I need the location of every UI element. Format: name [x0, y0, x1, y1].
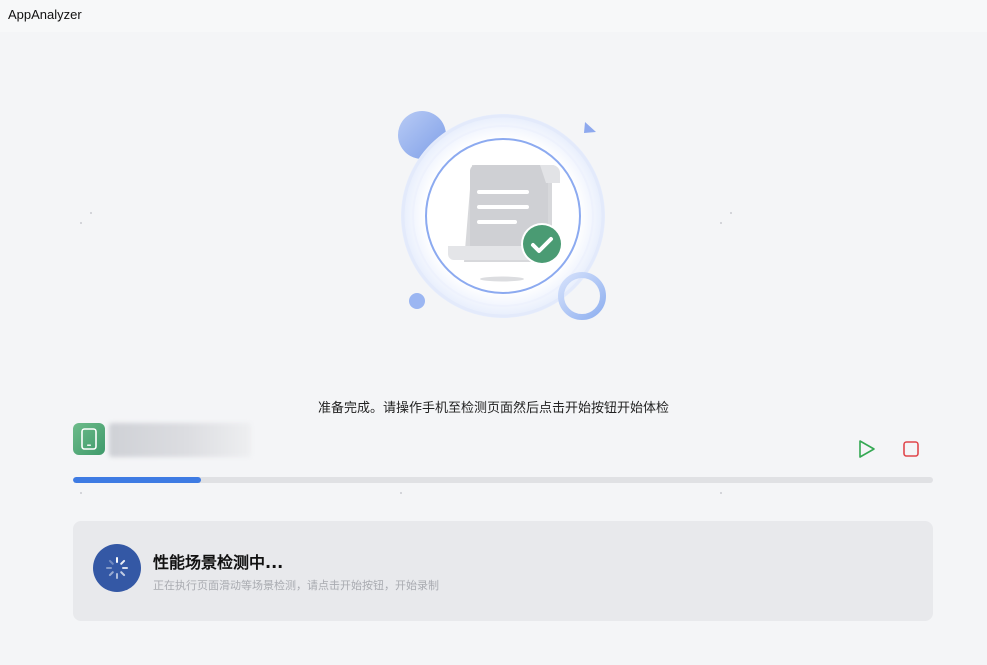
- app-title: AppAnalyzer: [8, 7, 82, 22]
- loading-spinner-icon: [93, 544, 141, 592]
- decor-dot: [90, 212, 92, 214]
- device-row: [73, 423, 933, 457]
- decor-dot: [730, 212, 732, 214]
- stop-button[interactable]: [900, 438, 922, 460]
- decor-dot: [80, 222, 82, 224]
- phone-icon: [73, 423, 105, 455]
- stop-icon: [903, 441, 919, 457]
- device-name-redacted: [109, 423, 251, 457]
- start-button[interactable]: [855, 438, 879, 460]
- decor-dot: [720, 222, 722, 224]
- scene-title: 性能场景检测中...: [153, 553, 284, 572]
- decor-dot: [400, 492, 402, 494]
- play-icon: [859, 440, 875, 458]
- progress-bar: [73, 477, 933, 483]
- title-bar: AppAnalyzer: [0, 0, 987, 32]
- decor-dot: [80, 492, 82, 494]
- scene-detection-card: 性能场景检测中... 正在执行页面滑动等场景检测，请点击开始按钮，开始录制: [73, 521, 933, 621]
- progress-fill: [73, 477, 202, 483]
- status-message: 准备完成。请操作手机至检测页面然后点击开始按钮开始体检: [317, 401, 669, 416]
- document-check-icon: [398, 111, 606, 320]
- decor-dot: [720, 492, 722, 494]
- scene-subtitle: 正在执行页面滑动等场景检测，请点击开始按钮，开始录制: [153, 579, 439, 592]
- ready-illustration: [390, 100, 620, 330]
